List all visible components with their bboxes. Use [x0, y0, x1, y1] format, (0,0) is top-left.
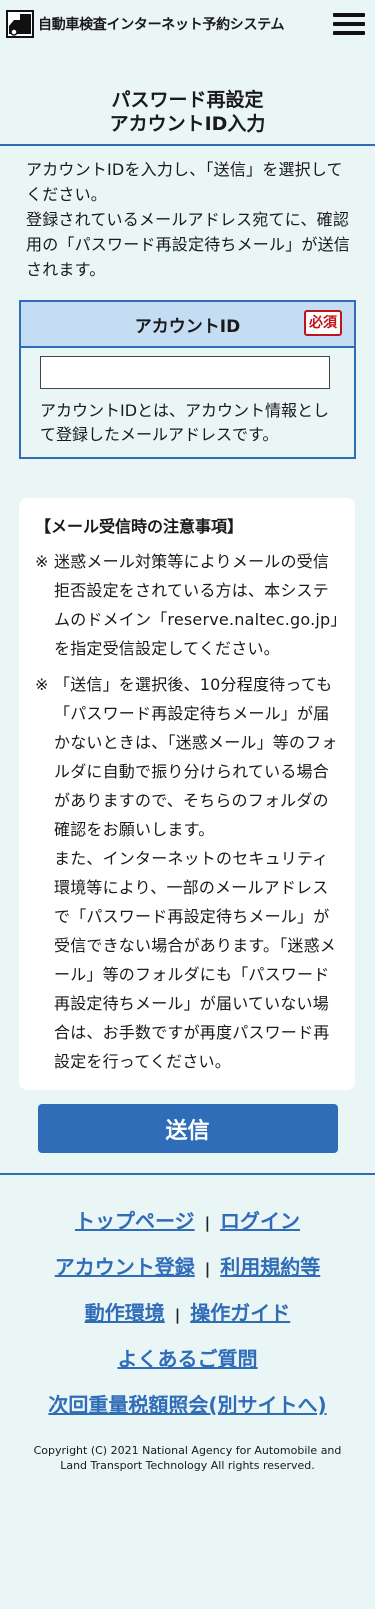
account-id-field-body: アカウントIDとは、アカウント情報として登録したメールアドレスです。 — [21, 348, 354, 457]
page-title-section: パスワード再設定 アカウントID入力 — [0, 48, 375, 146]
intro-line2: 登録されているメールアドレス宛てに、確認用の「パスワード再設定待ちメール」が送信… — [26, 210, 351, 279]
required-badge: 必須 — [304, 310, 342, 336]
account-id-label: アカウントID — [134, 316, 241, 337]
tax-lookup-link[interactable]: 次回重量税額照会(別サイトへ) — [48, 1393, 326, 1417]
hamburger-menu-icon[interactable] — [333, 13, 365, 35]
footer-link-row: アカウント登録 | 利用規約等 — [0, 1253, 375, 1299]
page-title: パスワード再設定 アカウントID入力 — [0, 48, 375, 144]
page-title-line2: アカウントID入力 — [109, 113, 266, 135]
notice-item: ※ 迷惑メール対策等によりメールの受信拒否設定をされている方は、本システムのドメ… — [35, 547, 339, 663]
guide-link[interactable]: 操作ガイド — [190, 1301, 290, 1325]
page-title-line1: パスワード再設定 — [111, 89, 264, 111]
car-inspection-logo-icon[interactable] — [6, 10, 34, 38]
account-register-link[interactable]: アカウント登録 — [55, 1255, 195, 1279]
site-title[interactable]: 自動車検査インターネット予約システム — [38, 14, 333, 34]
notice-item: ※ 「送信」を選択後、10分程度待っても「パスワード再設定待ちメール」が届かない… — [35, 670, 339, 1076]
account-id-note: アカウントIDとは、アカウント情報として登録したメールアドレスです。 — [40, 401, 330, 444]
notice-item-text: また、インターネットのセキュリティ環境等により、一部のメールアドレスで「パスワー… — [54, 849, 337, 1071]
notice-mark: ※ — [35, 552, 49, 571]
footer-links: トップページ | ログイン アカウント登録 | 利用規約等 動作環境 | 操作ガイド よくあ… — [0, 1175, 375, 1437]
notice-item-text: 迷惑メール対策等によりメールの受信拒否設定をされている方は、本システムのドメイン… — [54, 552, 339, 658]
intro-line1: アカウントIDを入力し、「送信」を選択してください。 — [26, 160, 343, 204]
link-separator: | — [174, 1306, 181, 1324]
account-id-input[interactable] — [40, 356, 330, 389]
terms-link[interactable]: 利用規約等 — [220, 1255, 320, 1279]
notice-title: 【メール受信時の注意事項】 — [35, 517, 244, 536]
account-id-label-row: アカウントID 必須 — [21, 302, 354, 348]
footer-link-row: トップページ | ログイン — [0, 1207, 375, 1253]
notice-item-text: 「送信」を選択後、10分程度待っても「パスワード再設定待ちメール」が届かないとき… — [54, 675, 338, 839]
link-separator: | — [204, 1214, 211, 1232]
faq-link[interactable]: よくあるご質問 — [118, 1347, 258, 1371]
intro-text: アカウントIDを入力し、「送信」を選択してください。 登録されているメールアドレ… — [0, 146, 375, 282]
footer-link-row: よくあるご質問 — [0, 1345, 375, 1391]
notice-mark: ※ — [35, 675, 49, 694]
submit-button[interactable]: 送信 — [37, 1104, 338, 1153]
footer-link-row: 次回重量税額照会(別サイトへ) — [0, 1391, 375, 1437]
site-header: 自動車検査インターネット予約システム — [0, 0, 375, 48]
copyright: Copyright (C) 2021 National Agency for A… — [33, 1444, 342, 1472]
footer-link-row: 動作環境 | 操作ガイド — [0, 1299, 375, 1345]
account-id-field: アカウントID 必須 アカウントIDとは、アカウント情報として登録したメールアド… — [19, 300, 356, 459]
link-separator: | — [204, 1260, 211, 1278]
environment-link[interactable]: 動作環境 — [85, 1301, 165, 1325]
footer: トップページ | ログイン アカウント登録 | 利用規約等 動作環境 | 操作ガイド よくあ… — [0, 1173, 375, 1473]
mail-notice-box: 【メール受信時の注意事項】 ※ 迷惑メール対策等によりメールの受信拒否設定をされ… — [19, 498, 355, 1090]
login-link[interactable]: ログイン — [220, 1209, 300, 1233]
top-page-link[interactable]: トップページ — [75, 1209, 195, 1233]
